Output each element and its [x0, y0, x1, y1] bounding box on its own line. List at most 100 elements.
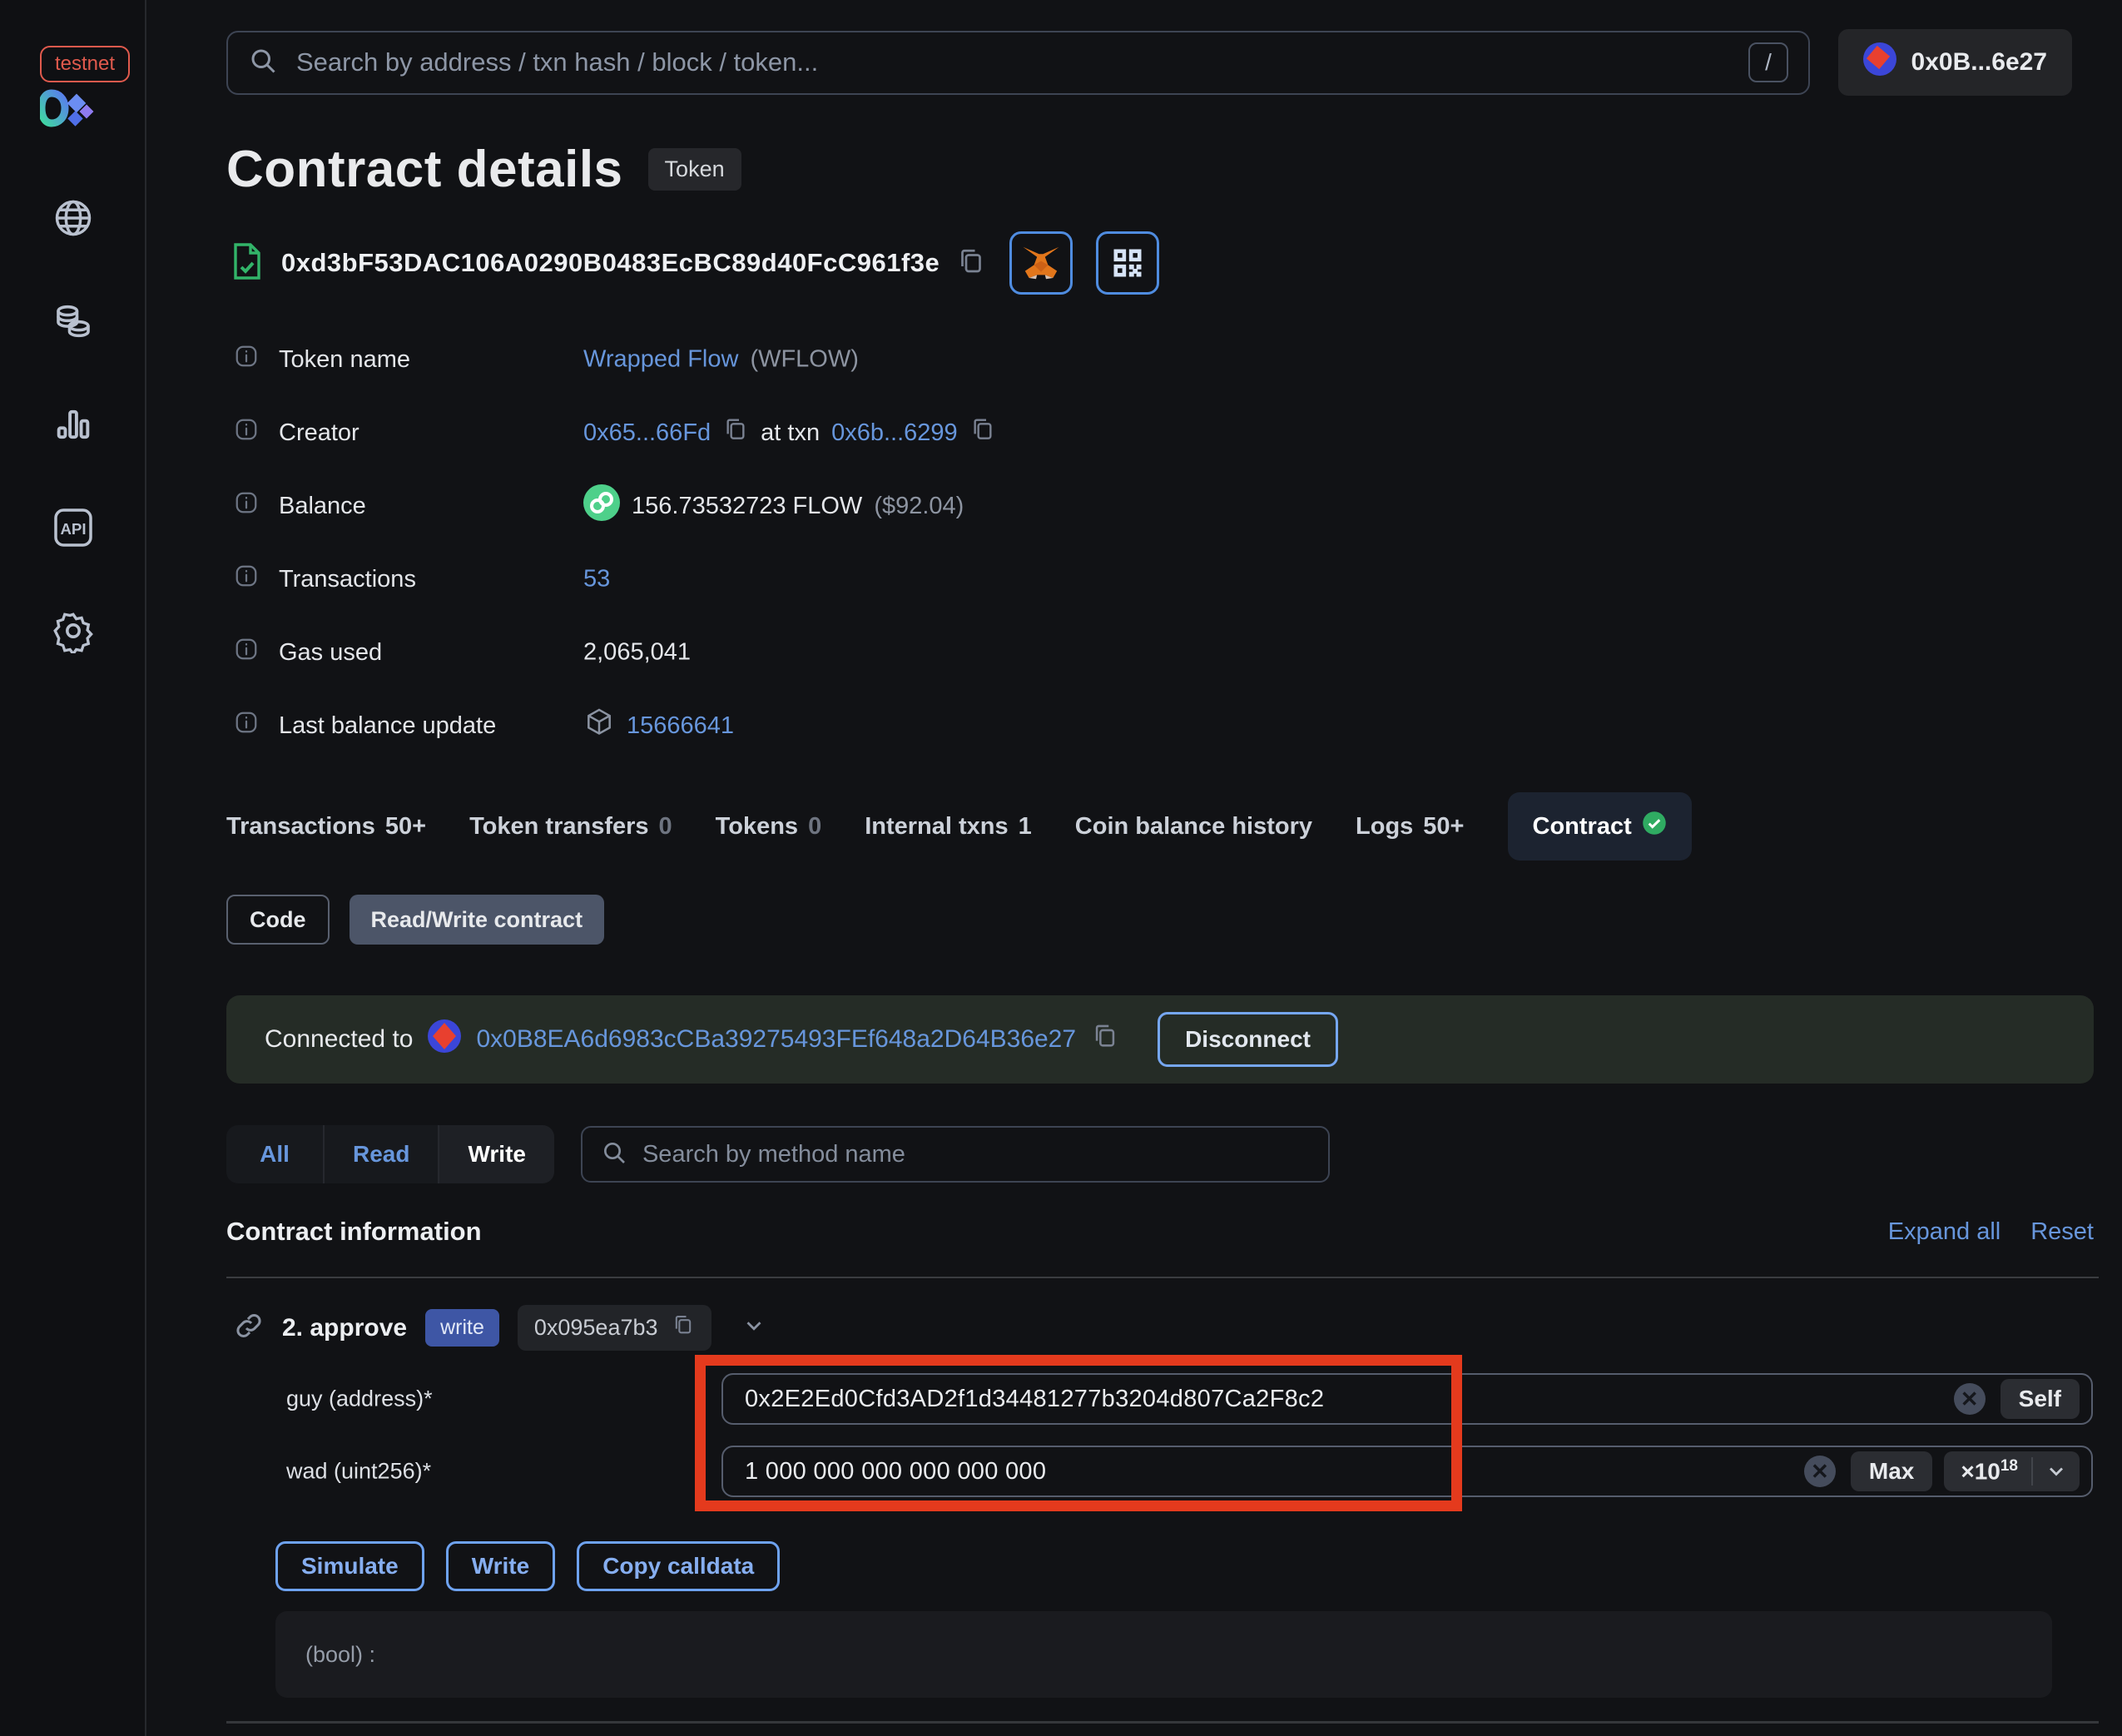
output-bool-label: (bool) : [305, 1641, 376, 1667]
filter-read[interactable]: Read [325, 1125, 440, 1183]
network-icon[interactable] [48, 193, 98, 243]
info-row-last-balance-update: Last balance update 15666641 [146, 689, 2122, 762]
section-title: Contract information [226, 1217, 482, 1246]
method-name: 2. approve [282, 1313, 408, 1342]
account-button[interactable]: 0x0B...6e27 [1837, 29, 2072, 96]
token-name-link[interactable]: Wrapped Flow [583, 346, 738, 374]
info-icon[interactable] [234, 563, 259, 595]
contract-type-badge: Token [647, 148, 741, 191]
verified-contract-icon [230, 241, 265, 285]
balance-amount: 156.73532723 FLOW [632, 492, 863, 519]
simulate-button[interactable]: Simulate [275, 1541, 424, 1591]
method-search-placeholder: Search by method name [642, 1140, 905, 1168]
testnet-badge: testnet [40, 46, 131, 82]
info-icon[interactable] [234, 344, 259, 375]
add-to-metamask-button[interactable] [1009, 231, 1073, 295]
chevron-down-icon[interactable] [2033, 1460, 2080, 1483]
method-approve-row[interactable]: 2. approve write 0x095ea7b3 [234, 1305, 766, 1351]
flow-coin-icon [583, 484, 620, 528]
tab-contract[interactable]: Contract [1507, 792, 1692, 861]
info-row-gas-used: Gas used 2,065,041 [146, 616, 2122, 689]
stats-icon[interactable] [48, 399, 98, 449]
copy-calldata-button[interactable]: Copy calldata [577, 1541, 781, 1591]
contract-information-header: Contract information Expand all Reset [226, 1217, 2094, 1247]
method-search-input[interactable]: Search by method name [580, 1126, 1330, 1183]
clear-guy-icon[interactable]: ✕ [1953, 1383, 1986, 1415]
reset-link[interactable]: Reset [2030, 1218, 2094, 1246]
guy-field-label: guy (address)* [286, 1386, 433, 1411]
tab-coin-balance-history[interactable]: Coin balance history [1075, 795, 1312, 859]
verified-check-icon [1642, 811, 1667, 842]
wallet-connected-banner: Connected to 0x0B8EA6d6983cCBa39275493FE… [226, 995, 2094, 1084]
self-button[interactable]: Self [2000, 1379, 2080, 1419]
info-icon[interactable] [234, 637, 259, 668]
app-logo[interactable] [37, 87, 100, 134]
info-icon[interactable] [234, 710, 259, 742]
bottom-divider [226, 1721, 2099, 1724]
link-anchor-icon[interactable] [234, 1311, 264, 1345]
method-signature-badge: 0x095ea7b3 [517, 1305, 711, 1351]
subtab-code[interactable]: Code [226, 895, 330, 945]
tab-logs[interactable]: Logs 50+ [1356, 795, 1464, 859]
info-row-creator: Creator 0x65...66Fd at txn 0x6b...6299 [146, 396, 2122, 469]
search-placeholder: Search by address / txn hash / block / t… [296, 47, 819, 77]
settings-gear-icon[interactable] [48, 606, 98, 656]
global-search-input[interactable]: Search by address / txn hash / block / t… [226, 30, 1810, 95]
last-update-block-link[interactable]: 15666641 [627, 712, 734, 740]
search-icon [248, 46, 278, 80]
filter-all[interactable]: All [226, 1125, 325, 1183]
info-row-balance: Balance 156.73532723 FLOW ($92.04) [146, 469, 2122, 543]
transactions-count-link[interactable]: 53 [583, 566, 610, 593]
title-row: Contract details Token [226, 140, 741, 199]
contract-subtabs: Code Read/Write contract [226, 895, 605, 945]
contract-details-page: testnet API Search by address / txn hash… [0, 0, 2122, 1736]
filter-write[interactable]: Write [439, 1125, 554, 1183]
subtab-read-write[interactable]: Read/Write contract [349, 895, 605, 945]
write-button[interactable]: Write [445, 1541, 556, 1591]
sidebar-nav: API [0, 193, 146, 656]
tab-token-transfers[interactable]: Token transfers 0 [469, 795, 672, 859]
info-row-token-name: Token name Wrapped Flow (WFLOW) [146, 323, 2122, 396]
tab-bar: Transactions 50+ Token transfers 0 Tokens 0… [226, 792, 1692, 861]
write-method-badge: write [425, 1309, 499, 1347]
balance-usd: ($92.04) [874, 492, 964, 519]
copy-txn-icon[interactable] [969, 416, 996, 449]
collapse-chevron-icon[interactable] [741, 1313, 766, 1342]
copy-wallet-icon[interactable] [1091, 1022, 1119, 1057]
svg-text:API: API [60, 520, 86, 538]
method-actions: Simulate Write Copy calldata [275, 1541, 781, 1591]
tab-transactions[interactable]: Transactions 50+ [226, 795, 426, 859]
read-write-filter: All Read Write [226, 1125, 554, 1183]
copy-creator-icon[interactable] [722, 416, 749, 449]
tokens-icon[interactable] [48, 296, 98, 346]
max-button[interactable]: Max [1850, 1451, 1933, 1491]
tab-tokens[interactable]: Tokens 0 [716, 795, 822, 859]
creator-address-link[interactable]: 0x65...66Fd [583, 419, 711, 447]
search-icon [601, 1139, 627, 1170]
slash-shortcut-badge: / [1748, 42, 1788, 82]
connected-prefix: Connected to [265, 1025, 414, 1053]
expand-all-link[interactable]: Expand all [1888, 1218, 2001, 1246]
info-row-transactions: Transactions 53 [146, 543, 2122, 616]
creation-txn-link[interactable]: 0x6b...6299 [831, 419, 958, 447]
block-cube-icon [583, 707, 615, 745]
token-symbol: (WFLOW) [750, 345, 859, 373]
wallet-avatar [428, 1019, 462, 1059]
api-icon[interactable]: API [48, 503, 98, 553]
copy-address-icon[interactable] [956, 246, 986, 280]
page-title: Contract details [226, 141, 623, 198]
account-avatar [1862, 42, 1896, 82]
section-divider [226, 1277, 2099, 1278]
copy-signature-icon[interactable] [672, 1313, 695, 1342]
info-icon[interactable] [234, 417, 259, 449]
clear-wad-icon[interactable]: ✕ [1803, 1456, 1836, 1487]
qr-code-button[interactable] [1096, 231, 1160, 295]
connected-wallet-address[interactable]: 0x0B8EA6d6983cCBa39275493FEf648a2D64B36e… [476, 1025, 1076, 1054]
method-filter-row: All Read Write Search by method name [226, 1125, 1330, 1183]
topbar: Search by address / txn hash / block / t… [226, 29, 2072, 96]
tab-internal-txns[interactable]: Internal txns 1 [865, 795, 1032, 859]
disconnect-button[interactable]: Disconnect [1158, 1012, 1338, 1067]
wad-field-label: wad (uint256)* [286, 1458, 432, 1484]
info-icon[interactable] [234, 490, 259, 522]
multiplier-dropdown[interactable]: ×1018 [1944, 1451, 2080, 1491]
